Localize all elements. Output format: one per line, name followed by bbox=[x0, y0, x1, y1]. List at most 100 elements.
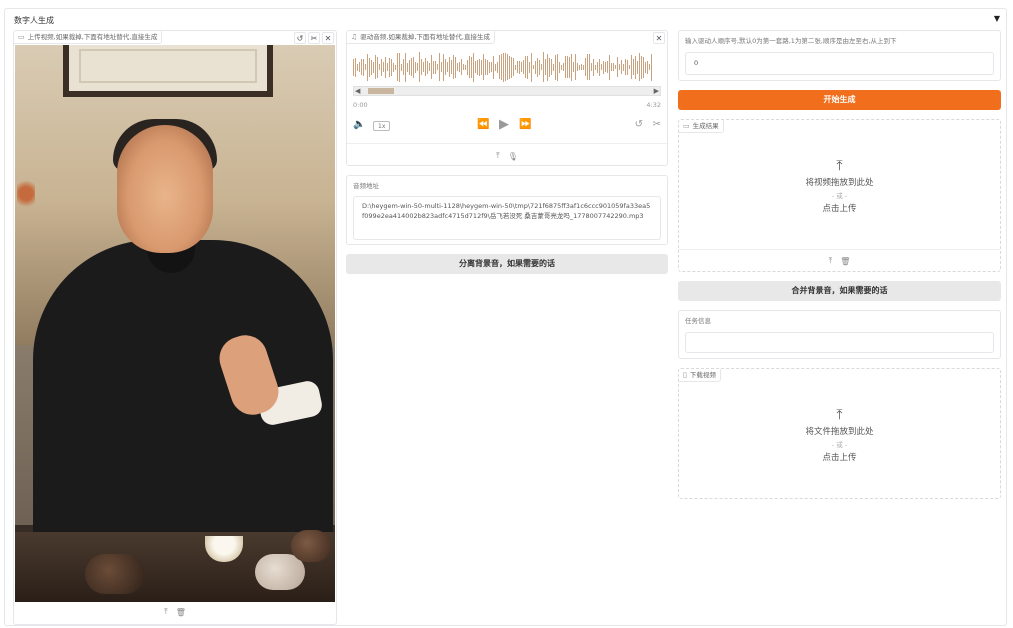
edit-icon[interactable]: ✂ bbox=[308, 32, 320, 44]
waveform-bar bbox=[645, 61, 646, 73]
waveform-bar bbox=[457, 63, 458, 71]
waveform-bar bbox=[487, 59, 488, 75]
waveform-bar bbox=[407, 62, 408, 72]
waveform-bar bbox=[607, 61, 608, 73]
waveform-bar bbox=[577, 63, 578, 71]
trash-icon[interactable]: 🗑 bbox=[176, 608, 186, 617]
time-duration: 4:32 bbox=[646, 101, 661, 109]
waveform-bar bbox=[397, 53, 398, 81]
start-generate-button[interactable]: 开始生成 bbox=[678, 90, 1001, 110]
download-video-label: ▯ 下载视频 bbox=[679, 369, 721, 382]
waveform-bar bbox=[379, 64, 380, 70]
scrollbar-thumb[interactable] bbox=[368, 88, 394, 94]
audio-waveform[interactable] bbox=[353, 51, 661, 83]
waveform-bar bbox=[409, 59, 410, 75]
trim-icon[interactable]: ✂ bbox=[653, 119, 661, 130]
waveform-bar bbox=[359, 62, 360, 72]
waveform-bar bbox=[415, 61, 416, 73]
waveform-bar bbox=[491, 62, 492, 72]
scroll-left-icon[interactable]: ◀ bbox=[355, 87, 360, 95]
waveform-bar bbox=[533, 65, 534, 69]
waveform-bar bbox=[481, 59, 482, 75]
video-icon: ▭ bbox=[683, 122, 690, 130]
waveform-bar bbox=[505, 53, 506, 81]
merge-bg-audio-button[interactable]: 合并背景音，如果需要的话 bbox=[678, 281, 1001, 301]
waveform-bar bbox=[585, 58, 586, 76]
close-icon[interactable]: ✕ bbox=[322, 32, 334, 44]
teapot-left bbox=[85, 554, 145, 594]
result-bottom-bar: ⤒ 🗑 bbox=[679, 251, 1000, 271]
waveform-bar bbox=[443, 53, 444, 81]
waveform-bar bbox=[647, 60, 648, 74]
undo-icon[interactable]: ↺ bbox=[294, 32, 306, 44]
playback-speed-button[interactable]: 1x bbox=[373, 121, 391, 131]
waveform-bar bbox=[555, 54, 556, 80]
download-video-panel: ▯ 下载视频 ⤒ 将文件拖放到此处 - 或 - 点击上传 bbox=[678, 368, 1001, 499]
task-info-field[interactable] bbox=[685, 332, 994, 353]
collapse-arrow-icon[interactable]: ▼ bbox=[994, 14, 1000, 23]
upload-icon[interactable]: ⤒ bbox=[164, 607, 168, 617]
waveform-bar bbox=[551, 59, 552, 75]
upload-icon[interactable]: ⤒ bbox=[496, 151, 500, 161]
play-icon[interactable]: ▶ bbox=[499, 117, 509, 132]
microphone-icon[interactable]: 🎙 bbox=[508, 152, 518, 161]
waveform-bar bbox=[521, 62, 522, 72]
download-dropzone[interactable]: ⤒ 将文件拖放到此处 - 或 - 点击上传 bbox=[679, 407, 1000, 463]
waveform-bar bbox=[531, 52, 532, 82]
waveform-bar bbox=[639, 53, 640, 81]
accordion-title[interactable]: 数字人生成 bbox=[14, 15, 54, 26]
waveform-bar bbox=[369, 57, 370, 77]
waveform-bar bbox=[529, 61, 530, 73]
waveform-bar bbox=[469, 56, 470, 78]
video-preview[interactable] bbox=[15, 45, 335, 602]
waveform-scrollbar[interactable]: ◀ ▶ bbox=[353, 86, 661, 96]
volume-icon[interactable]: 🔈 bbox=[353, 119, 365, 130]
waveform-bar bbox=[519, 60, 520, 74]
waveform-bar bbox=[495, 63, 496, 71]
waveform-bar bbox=[511, 56, 512, 78]
video-toolbar: ↺ ✂ ✕ bbox=[294, 32, 334, 44]
rewind-icon[interactable]: ⏪ bbox=[477, 119, 489, 130]
video-bottom-bar: ⤒ 🗑 bbox=[14, 602, 336, 622]
audio-bottom-bar: ⤒ 🎙 bbox=[347, 146, 667, 166]
forward-icon[interactable]: ⏩ bbox=[519, 119, 531, 130]
waveform-bar bbox=[367, 53, 368, 81]
waveform-bar bbox=[489, 61, 490, 73]
teapot-right bbox=[291, 530, 331, 562]
waveform-bar bbox=[631, 55, 632, 79]
result-video-panel: ▭ 生成结果 ⤒ 将视频拖放到此处 - 或 - 点击上传 ⤒ 🗑 bbox=[678, 119, 1001, 272]
waveform-bar bbox=[483, 54, 484, 80]
result-video-dropzone[interactable]: ⤒ 将视频拖放到此处 - 或 - 点击上传 bbox=[679, 158, 1000, 214]
dropzone-click: 点击上传 bbox=[822, 204, 857, 214]
waveform-bar bbox=[583, 64, 584, 70]
close-icon[interactable]: ✕ bbox=[653, 32, 665, 44]
waveform-bar bbox=[565, 56, 566, 78]
waveform-bar bbox=[427, 60, 428, 74]
upload-icon[interactable]: ⤒ bbox=[829, 256, 833, 266]
waveform-bar bbox=[395, 64, 396, 70]
audio-input-panel: ♫ 驱动音频,如果裁掉,下面有地址替代,直接生成 ✕ ◀ ▶ 0:00 4:32 … bbox=[346, 30, 668, 166]
waveform-bar bbox=[567, 56, 568, 78]
waveform-bar bbox=[513, 58, 514, 76]
audio-controls: 🔈 1x ⏪ ▶ ⏩ ↺ ✂ bbox=[353, 117, 661, 135]
waveform-bar bbox=[435, 60, 436, 74]
waveform-bar bbox=[649, 64, 650, 70]
waveform-bar bbox=[643, 56, 644, 78]
waveform-bar bbox=[449, 57, 450, 77]
waveform-bar bbox=[545, 59, 546, 75]
waveform-bar bbox=[385, 56, 386, 78]
driver-order-input[interactable]: 0 bbox=[685, 52, 994, 75]
waveform-bar bbox=[377, 56, 378, 78]
trash-icon[interactable]: 🗑 bbox=[840, 257, 850, 266]
waveform-bar bbox=[615, 65, 616, 69]
waveform-bar bbox=[371, 59, 372, 75]
waveform-bar bbox=[579, 64, 580, 70]
scroll-right-icon[interactable]: ▶ bbox=[654, 87, 659, 95]
separate-bg-audio-button[interactable]: 分离背景音，如果需要的话 bbox=[346, 254, 668, 274]
reset-icon[interactable]: ↺ bbox=[635, 119, 643, 130]
audio-path-field[interactable]: D:\heygem-win-50-multi-1128\heygem-win-5… bbox=[353, 196, 661, 240]
waveform-bar bbox=[613, 63, 614, 71]
time-current: 0:00 bbox=[353, 101, 368, 109]
waveform-bar bbox=[641, 55, 642, 79]
waveform-bar bbox=[625, 59, 626, 75]
